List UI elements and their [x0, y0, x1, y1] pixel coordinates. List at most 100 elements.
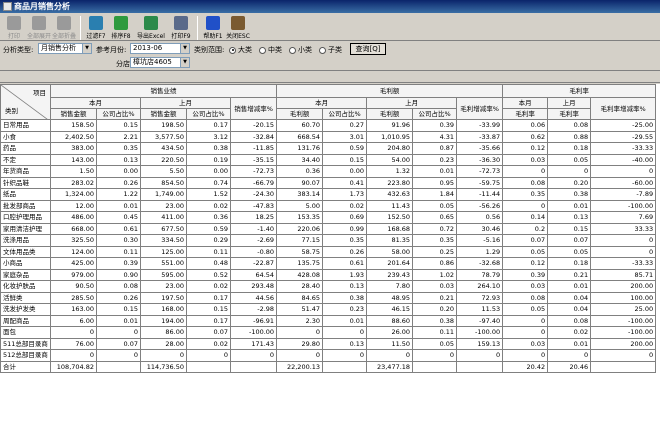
value-cell[interactable]: -33.87 — [456, 130, 504, 143]
value-cell[interactable]: 0 — [547, 349, 592, 362]
value-cell[interactable]: 0.05 — [502, 245, 549, 258]
value-cell[interactable]: 114,736.50 — [140, 360, 187, 373]
column-header[interactable]: 公司占比% — [96, 108, 141, 120]
value-cell[interactable]: 383.00 — [50, 142, 97, 155]
value-cell[interactable]: 0.03 — [412, 280, 458, 293]
value-cell[interactable]: 72.93 — [456, 291, 504, 304]
value-cell[interactable]: 0 — [547, 165, 592, 178]
value-cell[interactable]: 198.50 — [140, 119, 187, 132]
value-cell[interactable]: -47.83 — [229, 199, 278, 212]
table-row[interactable]: 批发部商品 12.00 0.01 23.00 0.02 -47.83 5.00 0.02 11.… — [0, 199, 657, 212]
chevron-down-icon[interactable]: ▼ — [180, 44, 189, 53]
value-cell[interactable]: 0.02 — [186, 337, 231, 350]
value-cell[interactable]: -56.26 — [456, 199, 504, 212]
toolbar-button-print[interactable]: 打印 — [2, 15, 26, 41]
value-cell[interactable]: 3.01 — [322, 130, 368, 143]
value-cell[interactable]: 3,577.50 — [140, 130, 187, 143]
value-cell[interactable]: 0.61 — [322, 257, 368, 270]
value-cell[interactable]: 0.15 — [186, 303, 231, 316]
value-cell[interactable]: -22.87 — [229, 257, 278, 270]
value-cell[interactable]: 4.31 — [412, 130, 458, 143]
toolbar-button-help[interactable]: 帮助F1 — [201, 15, 225, 41]
value-cell[interactable] — [412, 360, 458, 373]
value-cell[interactable]: -25.00 — [590, 119, 657, 132]
value-cell[interactable]: 23.00 — [140, 280, 187, 293]
value-cell[interactable]: 0.02 — [322, 199, 368, 212]
value-cell[interactable]: 1.22 — [96, 188, 141, 201]
value-cell[interactable]: 124.00 — [50, 245, 97, 258]
value-cell[interactable]: 135.75 — [276, 257, 324, 270]
value-cell[interactable]: 0.18 — [547, 257, 592, 270]
value-cell[interactable]: 0 — [456, 349, 504, 362]
radio-range-major[interactable]: 大类 — [229, 45, 252, 55]
value-cell[interactable]: 0.07 — [96, 337, 141, 350]
value-cell[interactable]: 2,402.50 — [50, 130, 97, 143]
value-cell[interactable]: 18.25 — [229, 211, 278, 224]
category-cell[interactable]: 511总部目录商 — [0, 337, 51, 350]
table-row[interactable]: 活鲜类 285.50 0.26 197.50 0.17 44.56 84.65 0.38 48.… — [0, 291, 657, 304]
value-cell[interactable]: 1.50 — [50, 165, 97, 178]
table-row[interactable]: 文体用品类 124.00 0.11 125.00 0.11 -0.80 58.75 0.26 5… — [0, 245, 657, 258]
value-cell[interactable]: 0.35 — [322, 234, 368, 247]
value-cell[interactable]: 194.00 — [140, 314, 187, 327]
value-cell[interactable]: 204.80 — [366, 142, 414, 155]
value-cell[interactable]: 0.74 — [186, 176, 231, 189]
value-cell[interactable]: -96.91 — [229, 314, 278, 327]
value-cell[interactable]: 0.02 — [186, 280, 231, 293]
category-cell[interactable]: 合计 — [0, 360, 51, 373]
value-cell[interactable]: 0.38 — [322, 291, 368, 304]
value-cell[interactable]: 28.40 — [276, 280, 324, 293]
value-cell[interactable]: 0.86 — [412, 257, 458, 270]
value-cell[interactable]: 5.50 — [140, 165, 187, 178]
value-cell[interactable]: 0.01 — [547, 199, 592, 212]
chevron-down-icon[interactable]: ▼ — [82, 44, 91, 53]
value-cell[interactable]: 551.00 — [140, 257, 187, 270]
value-cell[interactable]: 0 — [276, 326, 324, 339]
value-cell[interactable]: 0.20 — [412, 303, 458, 316]
column-header[interactable]: 公司占比% — [412, 108, 458, 120]
value-cell[interactable]: 0.17 — [186, 314, 231, 327]
value-cell[interactable]: 30.46 — [456, 222, 504, 235]
value-cell[interactable]: 1.93 — [322, 268, 368, 281]
value-cell[interactable]: 0.03 — [502, 153, 549, 166]
value-cell[interactable]: 158.50 — [50, 119, 97, 132]
table-row[interactable]: 口腔护理用品 486.00 0.45 411.00 0.36 18.25 153.35 0.6… — [0, 211, 657, 224]
growth-header[interactable]: 毛利率增减率% — [590, 97, 657, 120]
category-cell[interactable]: 不定 — [0, 153, 51, 166]
category-cell[interactable]: 洗发护发类 — [0, 303, 51, 316]
table-row[interactable]: 家庭杂品 979.00 0.90 595.00 0.52 64.54 428.08 1.93 2… — [0, 268, 657, 281]
total-row[interactable]: 合计 108,704.82 114,736.50 22,200.13 23,477.18… — [0, 360, 657, 373]
category-cell[interactable]: 药品 — [0, 142, 51, 155]
toolbar-button-collapse[interactable]: 全部折叠 — [52, 15, 76, 41]
value-cell[interactable]: 0.59 — [322, 142, 368, 155]
value-cell[interactable]: 0.38 — [186, 142, 231, 155]
value-cell[interactable]: 428.08 — [276, 268, 324, 281]
value-cell[interactable]: 239.43 — [366, 268, 414, 281]
column-header[interactable]: 毛利率 — [547, 108, 592, 120]
value-cell[interactable]: 11.53 — [456, 303, 504, 316]
table-row[interactable]: 药品 383.00 0.35 434.50 0.38 -11.85 131.76 0.59 20… — [0, 142, 657, 155]
value-cell[interactable]: 0.36 — [186, 211, 231, 224]
value-cell[interactable]: 143.00 — [50, 153, 97, 166]
value-cell[interactable]: 90.50 — [50, 280, 97, 293]
value-cell[interactable]: 0.56 — [456, 211, 504, 224]
value-cell[interactable]: 44.56 — [229, 291, 278, 304]
value-cell[interactable]: 0.11 — [412, 326, 458, 339]
value-cell[interactable]: 100.00 — [590, 291, 657, 304]
value-cell[interactable]: 425.00 — [50, 257, 97, 270]
value-cell[interactable] — [229, 360, 278, 373]
chevron-down-icon[interactable]: ▼ — [180, 58, 189, 67]
value-cell[interactable]: 0 — [502, 349, 549, 362]
value-cell[interactable]: -36.30 — [456, 153, 504, 166]
table-row[interactable]: 针织品鞋 283.02 0.26 854.50 0.74 -66.79 90.07 0.41 2… — [0, 176, 657, 189]
value-cell[interactable]: 0.15 — [96, 303, 141, 316]
value-cell[interactable]: -59.75 — [456, 176, 504, 189]
table-row[interactable]: 纸品 1,324.00 1.22 1,749.00 1.52 -24.30 383.14 1.… — [0, 188, 657, 201]
value-cell[interactable] — [96, 360, 141, 373]
value-cell[interactable]: 0.01 — [96, 199, 141, 212]
value-cell[interactable]: 0.05 — [502, 303, 549, 316]
value-cell[interactable]: 595.00 — [140, 268, 187, 281]
query-button[interactable]: 查询[Q] — [350, 43, 386, 55]
value-cell[interactable]: 0 — [366, 349, 414, 362]
table-row[interactable]: 511总部目录商 76.00 0.07 28.00 0.02 171.43 29.80 0.1… — [0, 337, 657, 350]
